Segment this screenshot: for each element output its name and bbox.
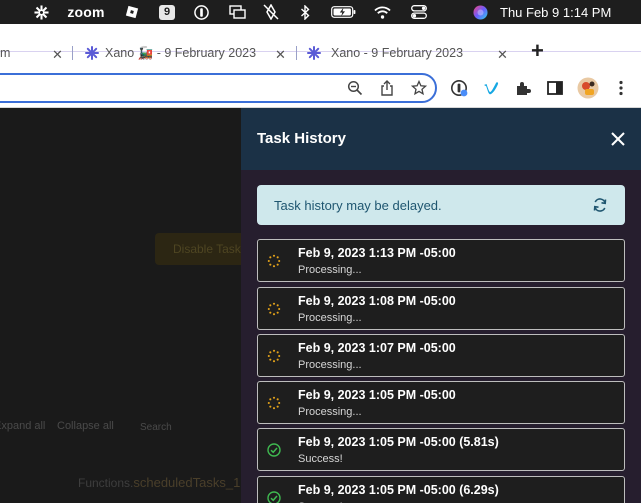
menubar-clock[interactable]: Thu Feb 9 1:14 PM — [500, 0, 626, 24]
entry-timestamp: Feb 9, 2023 1:13 PM -05:00 — [298, 246, 456, 260]
close-icon[interactable]: ✕ — [497, 47, 508, 63]
bookmark-star-icon[interactable] — [409, 78, 429, 98]
task-history-entry[interactable]: Feb 9, 2023 1:08 PM -05:00 Processing... — [257, 287, 625, 330]
entry-timestamp: Feb 9, 2023 1:05 PM -05:00 (6.29s) — [298, 483, 499, 497]
processing-spinner-icon — [267, 396, 281, 410]
disable-task-button[interactable]: Disable Task — [155, 233, 245, 265]
tab-xano-1[interactable]: Xano 🚂 - 9 February 2023 — [85, 44, 256, 62]
close-icon[interactable]: ✕ — [275, 47, 286, 63]
delay-notice-text: Task history may be delayed. — [274, 197, 442, 213]
zoom-app-name[interactable]: zoom — [64, 0, 108, 24]
task-history-entry[interactable]: Feb 9, 2023 1:07 PM -05:00 Processing... — [257, 334, 625, 377]
location-icon[interactable] — [262, 0, 280, 24]
function-value: scheduledTasks_1 — [133, 475, 241, 490]
close-panel-button[interactable] — [608, 129, 628, 149]
macos-menu-bar: zoom 9 Thu Feb 9 1:14 PM — [0, 0, 641, 24]
more-icon[interactable] — [611, 78, 631, 98]
tab-separator — [296, 46, 297, 60]
task-history-entry[interactable]: Feb 9, 2023 1:05 PM -05:00 (5.81s) Succes… — [257, 428, 625, 471]
entry-status: Processing... — [298, 359, 362, 371]
bluetooth-icon[interactable] — [298, 0, 312, 24]
entry-status: Processing... — [298, 406, 362, 418]
task-history-entry[interactable]: Feb 9, 2023 1:05 PM -05:00 (6.29s)Succes… — [257, 476, 625, 503]
processing-spinner-icon — [267, 254, 281, 268]
entry-timestamp: Feb 9, 2023 1:08 PM -05:00 — [298, 294, 456, 308]
tab-label: Xano 🚂 - 9 February 2023 — [105, 45, 257, 60]
tab-label: Xano - 9 February 2023 — [331, 46, 464, 60]
entry-timestamp: Feb 9, 2023 1:07 PM -05:00 — [298, 341, 456, 355]
entry-status: Processing... — [298, 264, 362, 276]
tab-label: m — [0, 46, 11, 60]
refresh-icon — [593, 198, 607, 212]
tab-xano-2[interactable]: Xano - 9 February 2023 — [307, 44, 463, 62]
vimeo-icon[interactable] — [481, 78, 501, 98]
side-panel-icon[interactable] — [545, 78, 565, 98]
tab-previous[interactable]: m — [0, 44, 10, 62]
task-history-title: Task History — [257, 130, 346, 147]
success-check-icon — [267, 491, 281, 503]
processing-spinner-icon — [267, 302, 281, 316]
disable-task-label: Disable Task — [173, 242, 241, 256]
expand-all-link[interactable]: Expand all — [0, 420, 45, 432]
tab-separator — [72, 46, 73, 60]
app-background — [0, 108, 241, 503]
search-input[interactable]: Search — [140, 422, 172, 433]
wifi-icon[interactable] — [372, 0, 392, 24]
share-icon[interactable] — [377, 78, 397, 98]
function-name: Functions.scheduledTasks_1 — [78, 474, 240, 492]
entry-status: Success! — [298, 453, 343, 465]
refresh-button[interactable] — [592, 197, 608, 213]
entry-timestamp: Feb 9, 2023 1:05 PM -05:00 (5.81s) — [298, 435, 499, 449]
extensions-icon[interactable] — [513, 78, 533, 98]
screen-mirror-icon[interactable] — [227, 0, 247, 24]
task-history-entry[interactable]: Feb 9, 2023 1:13 PM -05:00 Processing... — [257, 239, 625, 282]
success-check-icon — [267, 443, 281, 457]
gear-icon[interactable] — [33, 0, 49, 24]
password-manager-icon[interactable] — [449, 78, 469, 98]
function-prefix: Functions. — [78, 476, 134, 490]
roblox-icon[interactable] — [124, 0, 140, 24]
onepassword-icon[interactable] — [192, 0, 210, 24]
processing-spinner-icon — [267, 349, 281, 363]
address-bar[interactable] — [0, 73, 437, 103]
siri-icon[interactable] — [471, 0, 489, 24]
collapse-all-link[interactable]: Collapse all — [57, 420, 114, 432]
profile-avatar[interactable] — [577, 77, 599, 99]
new-tab-button[interactable]: + — [531, 38, 544, 64]
control-center-icon[interactable] — [409, 0, 429, 24]
close-icon — [611, 132, 625, 146]
badge-number: 9 — [159, 4, 175, 20]
close-icon[interactable]: ✕ — [52, 47, 63, 63]
xano-favicon-icon — [85, 46, 99, 60]
delay-notice: Task history may be delayed. — [257, 185, 625, 225]
battery-charging-icon[interactable] — [330, 0, 356, 24]
xano-favicon-icon — [307, 46, 321, 60]
zoom-icon[interactable] — [345, 78, 365, 98]
entry-status: Processing... — [298, 312, 362, 324]
entry-timestamp: Feb 9, 2023 1:05 PM -05:00 — [298, 388, 456, 402]
task-history-entry[interactable]: Feb 9, 2023 1:05 PM -05:00 Processing... — [257, 381, 625, 424]
